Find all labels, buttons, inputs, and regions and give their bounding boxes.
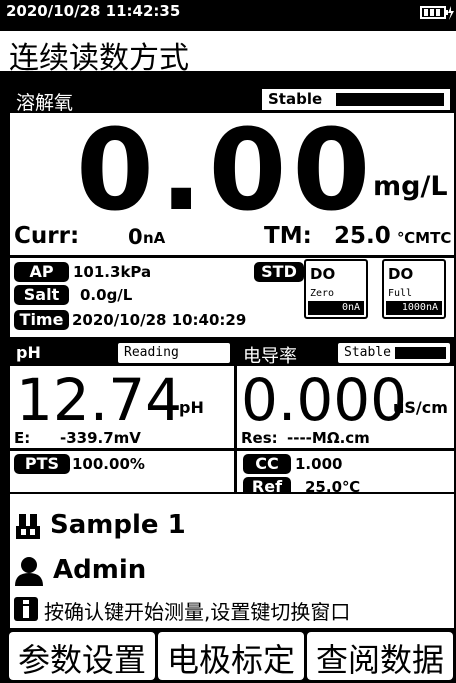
do-tm-label: TM: [264,223,312,249]
do-panel: 溶解氧 Stable 0.00 mg/L Curr: 0 nA TM: 25.0… [10,85,454,337]
sample-icon [14,512,42,540]
salt-label: Salt [14,285,69,305]
do-curr-label: Curr: [14,223,80,249]
do-panel-title: 溶解氧 [16,92,74,114]
ph-e-label: E: [14,429,31,447]
do-unit: mg/L [373,171,448,202]
cond-status-badge: Stable [338,343,450,363]
cond-status-text: Stable [344,345,391,360]
ph-status-badge: Reading [118,343,230,363]
user-name: Admin [53,555,147,585]
do-curr-value: 0 [128,225,143,249]
ph-status-text: Reading [124,345,179,360]
std-zero-sub: Zero [310,288,335,299]
do-tm-value: 25.0 [334,223,391,249]
cc-value: 1.000 [295,455,343,473]
do-stability-bar [336,93,444,106]
ap-label: AP [14,262,69,282]
page-title-bar: 连续读数方式 [0,31,456,76]
cond-value: 0.000 [241,366,408,434]
do-separator [10,255,454,258]
std-full-sub: Full [388,288,413,299]
ap-value: 101.3kPa [73,263,152,281]
softkey-params-label: 参数设置 [17,641,146,679]
ph-panel: pH Reading 12.74 pH E: -339.7mV PTS 100.… [10,340,234,492]
ph-unit: pH [179,398,204,417]
cond-res-value: ----MΩ.cm [287,429,370,447]
std-full-title: DO [388,265,414,283]
do-value: 0.00 [76,106,377,236]
softkey-data-label: 查阅数据 [315,641,444,679]
info-icon [14,597,38,621]
do-curr-unit: nA [143,229,166,247]
user-icon [14,556,44,586]
std-zero-title: DO [310,265,336,283]
cond-stability-bar [395,347,446,359]
status-datetime: 2020/10/28 11:42:35 [6,2,181,20]
time-label: Time [14,310,69,330]
hint-text: 按确认键开始测量,设置键切换窗口 [44,600,351,624]
info-area: Sample 1 Admin 按确认键开始测量,设置键切换窗口 [10,494,454,628]
time-value: 2020/10/28 10:40:29 [72,311,247,329]
std-full-box: DO Full 1000nA [382,259,446,319]
softkey-params-button[interactable]: 参数设置 [9,632,155,680]
pts-value: 100.00% [72,455,145,473]
battery-charging-icon [420,5,454,20]
std-zero-box: DO Zero 0nA [304,259,368,319]
ph-separator [10,448,234,451]
cond-unit: uS/cm [393,398,448,417]
ph-value: 12.74 [16,366,183,434]
page-title: 连续读数方式 [9,41,189,76]
std-zero-value: 0nA [308,301,364,315]
pts-label: PTS [14,454,70,474]
softkey-calibrate-label: 电极标定 [166,641,295,679]
ph-e-value: -339.7mV [60,429,141,447]
sample-name: Sample 1 [50,510,186,540]
cond-panel: 电导率 Stable 0.000 uS/cm Res: ----MΩ.cm CC… [237,340,454,497]
softkey-data-button[interactable]: 查阅数据 [307,632,453,680]
softkey-calibrate-button[interactable]: 电极标定 [158,632,304,680]
ph-panel-title: pH [16,343,41,362]
do-tm-unit: ℃MTC [397,229,452,247]
cond-panel-title: 电导率 [243,346,297,367]
cond-separator [237,448,454,451]
cc-label: CC [243,454,291,474]
cond-res-label: Res: [241,429,278,447]
std-full-value: 1000nA [386,301,442,315]
std-label: STD [254,262,304,282]
salt-value: 0.0g/L [80,286,133,304]
